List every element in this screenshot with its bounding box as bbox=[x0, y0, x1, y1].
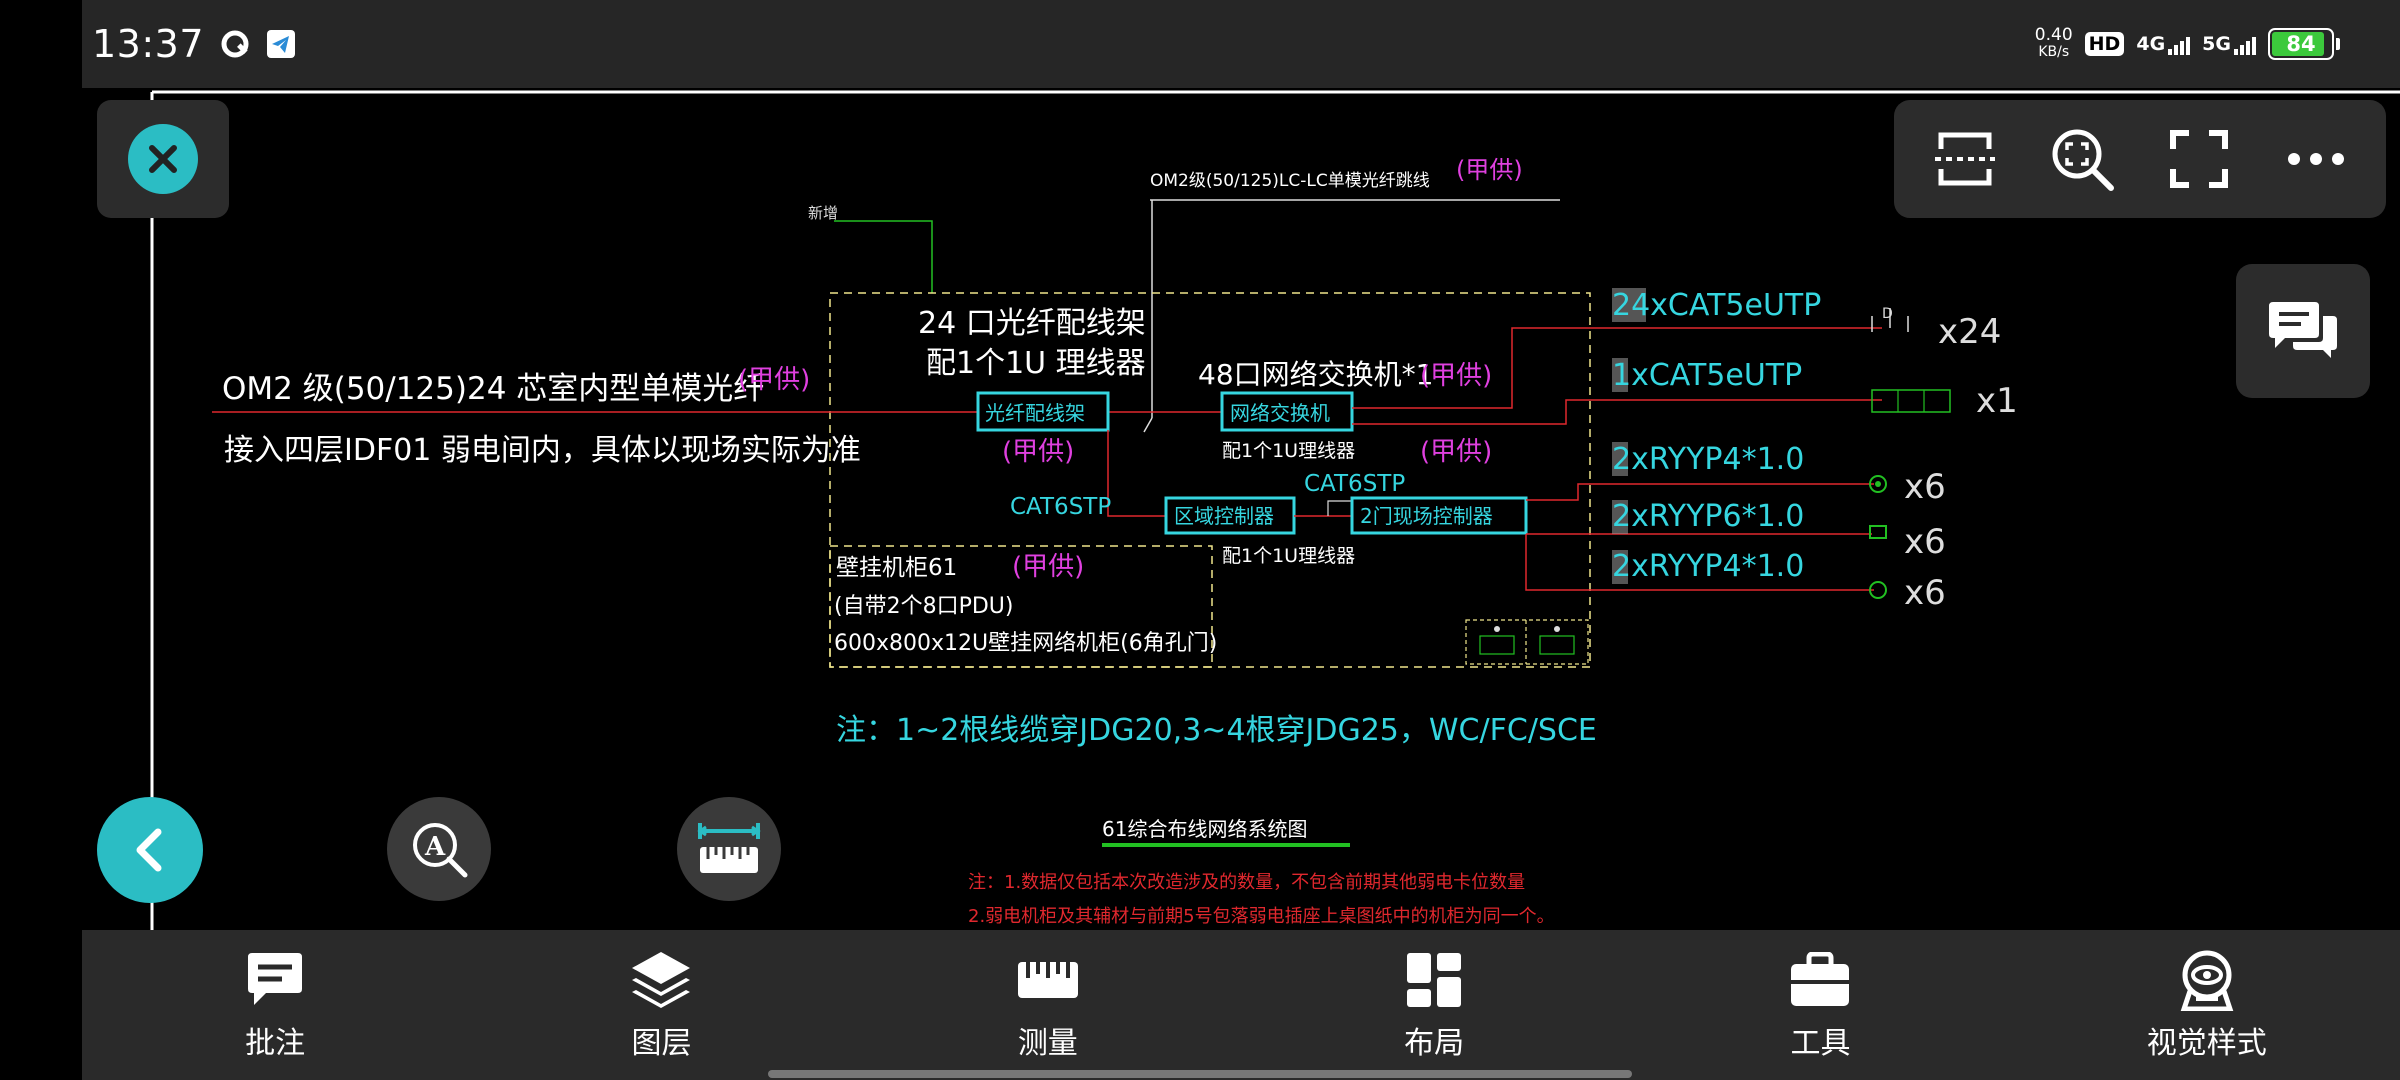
supplied-tag-switch: (甲供) bbox=[1420, 361, 1492, 391]
nav-visual-style[interactable]: 视觉样式 bbox=[2107, 948, 2307, 1062]
area-controller-label: 区域控制器 bbox=[1174, 504, 1274, 528]
telegram-notification-icon bbox=[266, 29, 296, 59]
fullscreen-icon bbox=[2169, 130, 2228, 188]
nav-tools[interactable]: 工具 bbox=[1720, 948, 1920, 1062]
fullscreen-button[interactable] bbox=[2159, 119, 2239, 199]
text-search-button[interactable]: A bbox=[387, 797, 491, 901]
cat6-left-label: CAT6STP bbox=[1010, 494, 1111, 520]
battery-icon: 84 bbox=[2268, 28, 2340, 60]
nav-annotation[interactable]: 批注 bbox=[175, 948, 375, 1062]
close-icon bbox=[128, 124, 198, 194]
cabinet-sub-label: 配1个1U理线器 bbox=[1222, 545, 1355, 567]
red-note-1: 注：1.数据仅包括本次改造涉及的数量，不包含前期其他弱电卡位数量 bbox=[968, 872, 1525, 893]
hd-voice-badge: HD bbox=[2084, 32, 2125, 56]
qty-2: x1 bbox=[1976, 381, 2018, 421]
left-edge bbox=[0, 0, 82, 1080]
zoom-extents-icon bbox=[2052, 129, 2114, 191]
supplied-tag-switch-2: (甲供) bbox=[1420, 437, 1492, 467]
more-button[interactable] bbox=[2276, 119, 2356, 199]
fiber-main-text: OM2 级(50/125)24 芯室内型单模光纤 bbox=[222, 371, 764, 407]
supplied-tag-odf: (甲供) bbox=[1002, 437, 1074, 467]
d-label: D bbox=[1882, 306, 1893, 322]
nav-layers[interactable]: 图层 bbox=[561, 948, 761, 1062]
qty-1: x24 bbox=[1938, 312, 2001, 352]
switch-sub-label: 配1个1U理线器 bbox=[1222, 440, 1355, 462]
cabinet-spec: 600x800x12U壁挂网络机柜(6角孔门) bbox=[834, 631, 1217, 656]
home-indicator[interactable] bbox=[768, 1070, 1632, 1078]
crop-view-icon bbox=[1934, 132, 1995, 186]
door-controller-label: 2门现场控制器 bbox=[1360, 504, 1493, 528]
qty-5: x6 bbox=[1904, 573, 1946, 613]
zoom-extents-button[interactable] bbox=[2042, 119, 2122, 199]
cable-label-3: 2xRYYP4*1.0 bbox=[1612, 442, 1804, 477]
signal-4g-icon: 4G bbox=[2136, 33, 2191, 55]
text-search-icon: A bbox=[413, 823, 468, 878]
cable-label-5: 2xRYYP4*1.0 bbox=[1612, 549, 1804, 584]
toolbox-icon bbox=[1788, 948, 1852, 1012]
supplied-tag-fiber: (甲供) bbox=[738, 365, 810, 395]
cable-label-4: 2xRYYP6*1.0 bbox=[1612, 499, 1804, 534]
ruler-measure-icon bbox=[697, 823, 761, 873]
cable-label-2: 1xCAT5eUTP bbox=[1612, 358, 1802, 393]
cabinet-name: 壁挂机柜61 bbox=[836, 555, 957, 581]
odf-title: 24 口光纤配线架 bbox=[918, 306, 1146, 341]
layers-icon bbox=[629, 948, 693, 1012]
comments-button[interactable] bbox=[2236, 264, 2370, 398]
back-button[interactable] bbox=[97, 797, 203, 903]
chat-bubbles-icon bbox=[2269, 302, 2337, 358]
close-button[interactable] bbox=[97, 100, 229, 218]
view-toolbar bbox=[1894, 100, 2386, 218]
visual-style-icon bbox=[2175, 948, 2239, 1012]
crop-view-button[interactable] bbox=[1925, 119, 2005, 199]
nav-layout[interactable]: 布局 bbox=[1334, 948, 1534, 1062]
fiber-jumper-label: OM2级(50/125)LC-LC单模光纤跳线 bbox=[1150, 171, 1430, 191]
odf-subtitle: 配1个1U 理线器 bbox=[926, 346, 1146, 381]
bottom-navigation: 批注 图层 测量 布局 工具 视觉样式 bbox=[82, 930, 2400, 1080]
signal-5g-icon: 5G bbox=[2202, 33, 2256, 55]
qty-4: x6 bbox=[1904, 522, 1946, 562]
supplied-tag-cabinet: (甲供) bbox=[1012, 552, 1084, 582]
fiber-access-text: 接入四层IDF01 弱电间内，具体以现场实际为准 bbox=[224, 433, 861, 468]
switch-box-label: 网络交换机 bbox=[1230, 401, 1330, 425]
status-bar: 13:37 0.40 KB/s HD 4G 5G 84 bbox=[82, 0, 2400, 88]
more-icon bbox=[2287, 153, 2344, 165]
diagram-title: 61综合布线网络系统图 bbox=[1102, 817, 1307, 841]
new-label: 新增 bbox=[808, 204, 838, 222]
annotation-icon bbox=[243, 948, 307, 1012]
ruler-icon bbox=[1016, 948, 1080, 1012]
conduit-note: 注：1~2根线缆穿JDG20,3~4根穿JDG25，WC/FC/SCE bbox=[836, 713, 1597, 748]
clock: 13:37 bbox=[92, 22, 205, 66]
red-note-2: 2.弱电机柜及其辅材与前期5号包落弱电插座上桌图纸中的机柜为同一个。 bbox=[968, 906, 1555, 927]
qty-3: x6 bbox=[1904, 467, 1946, 507]
cable-label-1: 24xCAT5eUTP bbox=[1612, 288, 1821, 323]
network-speed: 0.40 KB/s bbox=[2034, 25, 2073, 61]
cabinet-pdu: (自带2个8口PDU) bbox=[834, 594, 1013, 619]
nav-measure[interactable]: 测量 bbox=[948, 948, 1148, 1062]
layout-icon bbox=[1402, 948, 1466, 1012]
chevron-left-icon bbox=[136, 828, 162, 872]
measure-tool-button[interactable] bbox=[677, 797, 781, 901]
supplied-tag-top: (甲供) bbox=[1456, 156, 1523, 184]
cat6-mid-label: CAT6STP bbox=[1304, 471, 1405, 497]
svg-text:A: A bbox=[424, 832, 446, 862]
odf-box-label: 光纤配线架 bbox=[985, 401, 1085, 425]
switch-title: 48口网络交换机*1 bbox=[1198, 358, 1433, 391]
browser-notification-icon bbox=[220, 29, 250, 59]
